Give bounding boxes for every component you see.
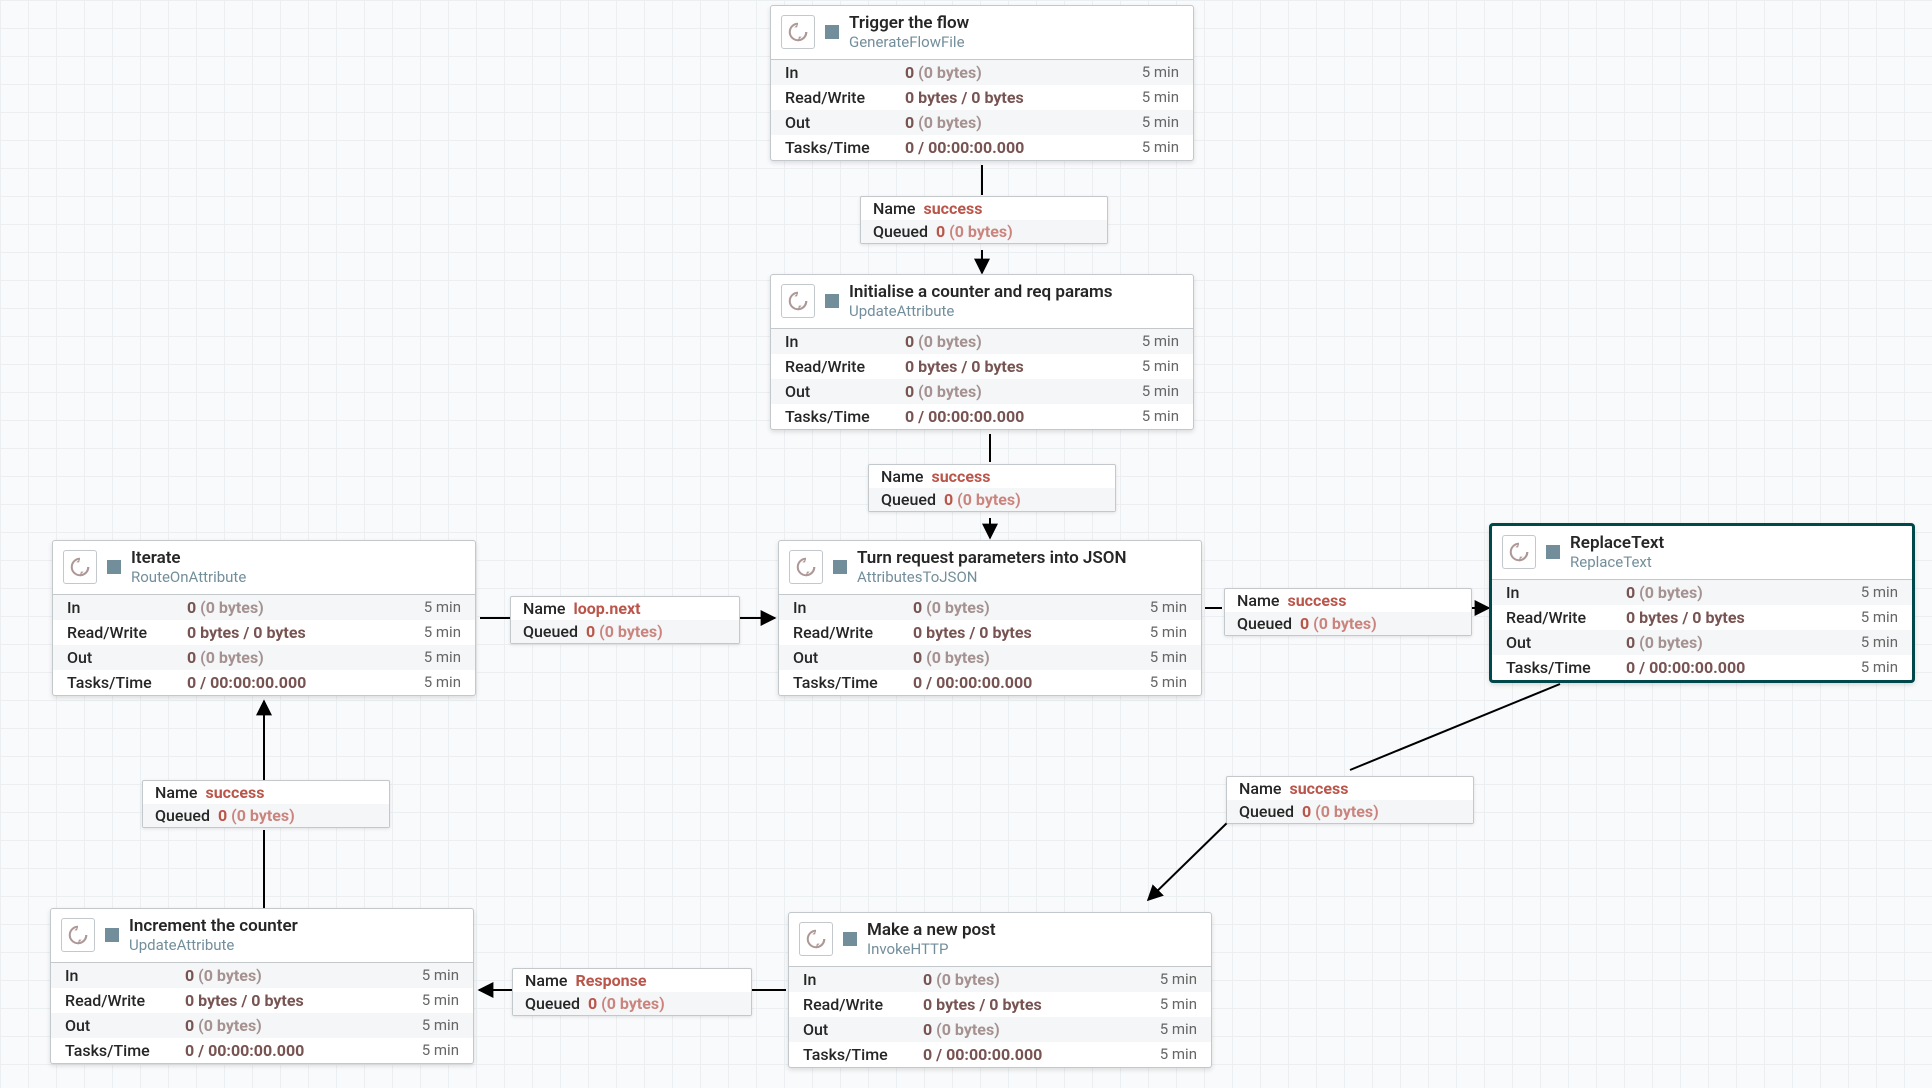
stat-value-out: 0 (0 bytes)	[905, 113, 1142, 132]
processor-type: InvokeHTTP	[867, 941, 996, 958]
stat-value-rw: 0 bytes / 0 bytes	[905, 88, 1142, 107]
processor-type: AttributesToJSON	[857, 569, 1127, 586]
connection-success-2[interactable]: Namesuccess Queued0 (0 bytes)	[868, 464, 1116, 512]
processor-trigger-flow[interactable]: Trigger the flow GenerateFlowFile In0 (0…	[770, 5, 1194, 161]
stat-label-in: In	[785, 63, 905, 82]
connection-success-5[interactable]: Namesuccess Queued0 (0 bytes)	[142, 780, 390, 828]
processor-increment-counter[interactable]: Increment the counter UpdateAttribute In…	[50, 908, 474, 1064]
processor-icon	[63, 550, 97, 584]
processor-title: Turn request parameters into JSON	[857, 549, 1127, 569]
processor-icon	[781, 15, 815, 49]
stopped-status-icon	[1546, 545, 1560, 559]
processor-icon	[799, 922, 833, 956]
stopped-status-icon	[825, 294, 839, 308]
connection-loop-next[interactable]: Nameloop.next Queued0 (0 bytes)	[510, 596, 740, 644]
stopped-status-icon	[843, 932, 857, 946]
stat-value-in: 0 (0 bytes)	[905, 63, 1142, 82]
processor-icon	[61, 918, 95, 952]
processor-icon	[781, 284, 815, 318]
processor-invoke-http[interactable]: Make a new post InvokeHTTP In0 (0 bytes)…	[788, 912, 1212, 1068]
processor-type: ReplaceText	[1570, 554, 1664, 571]
connection-success-4[interactable]: Namesuccess Queued0 (0 bytes)	[1226, 776, 1474, 824]
processor-type: UpdateAttribute	[129, 937, 298, 954]
processor-title: Increment the counter	[129, 917, 298, 937]
processor-title: Trigger the flow	[849, 14, 969, 34]
stat-value-tasks: 0 / 00:00:00.000	[905, 138, 1142, 157]
stat-label-out: Out	[785, 113, 905, 132]
connection-success-3[interactable]: Namesuccess Queued0 (0 bytes)	[1224, 588, 1472, 636]
processor-title: ReplaceText	[1570, 534, 1664, 554]
processor-icon	[1502, 535, 1536, 569]
processor-type: GenerateFlowFile	[849, 34, 969, 51]
processor-replace-text[interactable]: ReplaceText ReplaceText In0 (0 bytes)5 m…	[1490, 524, 1914, 682]
processor-icon	[789, 550, 823, 584]
processor-title: Iterate	[131, 549, 246, 569]
processor-title: Initialise a counter and req params	[849, 283, 1113, 303]
stat-label-rw: Read/Write	[785, 88, 905, 107]
processor-type: UpdateAttribute	[849, 303, 1113, 320]
processor-type: RouteOnAttribute	[131, 569, 246, 586]
connection-success-1[interactable]: Namesuccess Queued0 (0 bytes)	[860, 196, 1108, 244]
processor-initialise-counter[interactable]: Initialise a counter and req params Upda…	[770, 274, 1194, 430]
stat-label-tasks: Tasks/Time	[785, 138, 905, 157]
stopped-status-icon	[107, 560, 121, 574]
stopped-status-icon	[825, 25, 839, 39]
processor-attributes-to-json[interactable]: Turn request parameters into JSON Attrib…	[778, 540, 1202, 696]
stopped-status-icon	[105, 928, 119, 942]
connection-response[interactable]: NameResponse Queued0 (0 bytes)	[512, 968, 752, 1016]
processor-iterate[interactable]: Iterate RouteOnAttribute In0 (0 bytes)5 …	[52, 540, 476, 696]
stopped-status-icon	[833, 560, 847, 574]
processor-title: Make a new post	[867, 921, 996, 941]
